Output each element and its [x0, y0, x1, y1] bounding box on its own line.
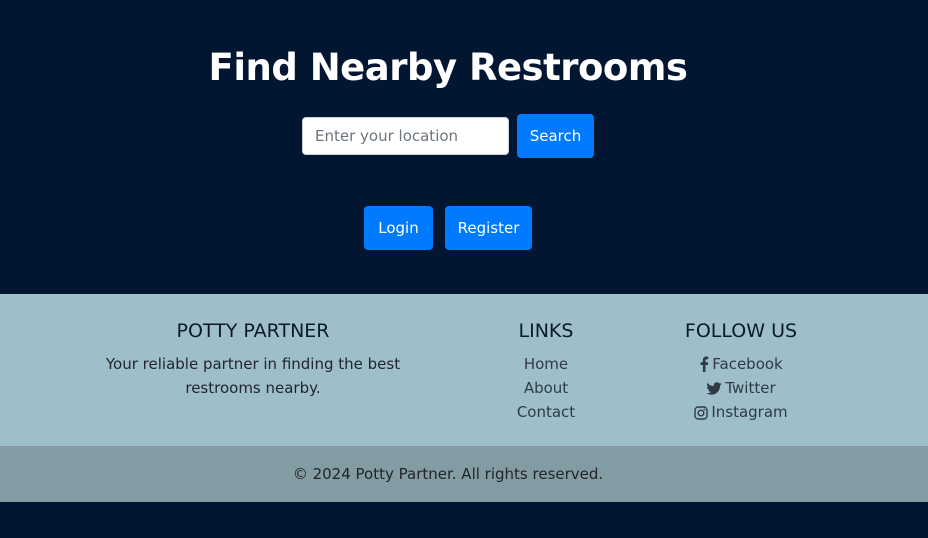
- page-title: Find Nearby Restrooms: [208, 46, 688, 89]
- footer-links-list: Home About Contact: [486, 352, 606, 424]
- footer-follow-column: FOLLOW US Facebook Twitter Instagram: [661, 318, 821, 424]
- footer-follow-heading: FOLLOW US: [684, 320, 798, 342]
- search-button[interactable]: Search: [517, 114, 594, 158]
- footer-link-home[interactable]: Home: [524, 355, 568, 373]
- social-links-list: Facebook Twitter Instagram: [661, 352, 821, 424]
- footer-link-contact[interactable]: Contact: [517, 403, 575, 421]
- footer-brand-column: POTTY PARTNER Your reliable partner in f…: [70, 318, 436, 400]
- social-link-facebook[interactable]: Facebook: [699, 355, 783, 373]
- footer-links-heading: LINKS: [518, 320, 574, 342]
- copyright-bar: © 2024 Potty Partner. All rights reserve…: [0, 446, 928, 502]
- footer: POTTY PARTNER Your reliable partner in f…: [0, 294, 928, 446]
- social-link-instagram-label: Instagram: [711, 403, 788, 421]
- footer-links-column: LINKS Home About Contact: [486, 318, 606, 424]
- hero-section: Find Nearby Restrooms Search Login Regis…: [0, 0, 928, 294]
- twitter-icon: [706, 382, 722, 395]
- footer-brand-heading: POTTY PARTNER: [176, 320, 330, 342]
- social-link-twitter[interactable]: Twitter: [706, 379, 776, 397]
- instagram-icon: [694, 406, 709, 420]
- facebook-icon: [700, 356, 709, 372]
- social-link-twitter-label: Twitter: [725, 379, 776, 397]
- login-button[interactable]: Login: [364, 206, 433, 250]
- social-link-instagram[interactable]: Instagram: [694, 403, 788, 421]
- register-button[interactable]: Register: [445, 206, 532, 250]
- bottom-strip: [0, 502, 928, 538]
- copyright-text: © 2024 Potty Partner. All rights reserve…: [292, 465, 604, 483]
- footer-link-about[interactable]: About: [524, 379, 568, 397]
- footer-brand-description: Your reliable partner in finding the bes…: [105, 355, 401, 397]
- social-link-facebook-label: Facebook: [712, 355, 783, 373]
- location-search-input[interactable]: [302, 117, 509, 155]
